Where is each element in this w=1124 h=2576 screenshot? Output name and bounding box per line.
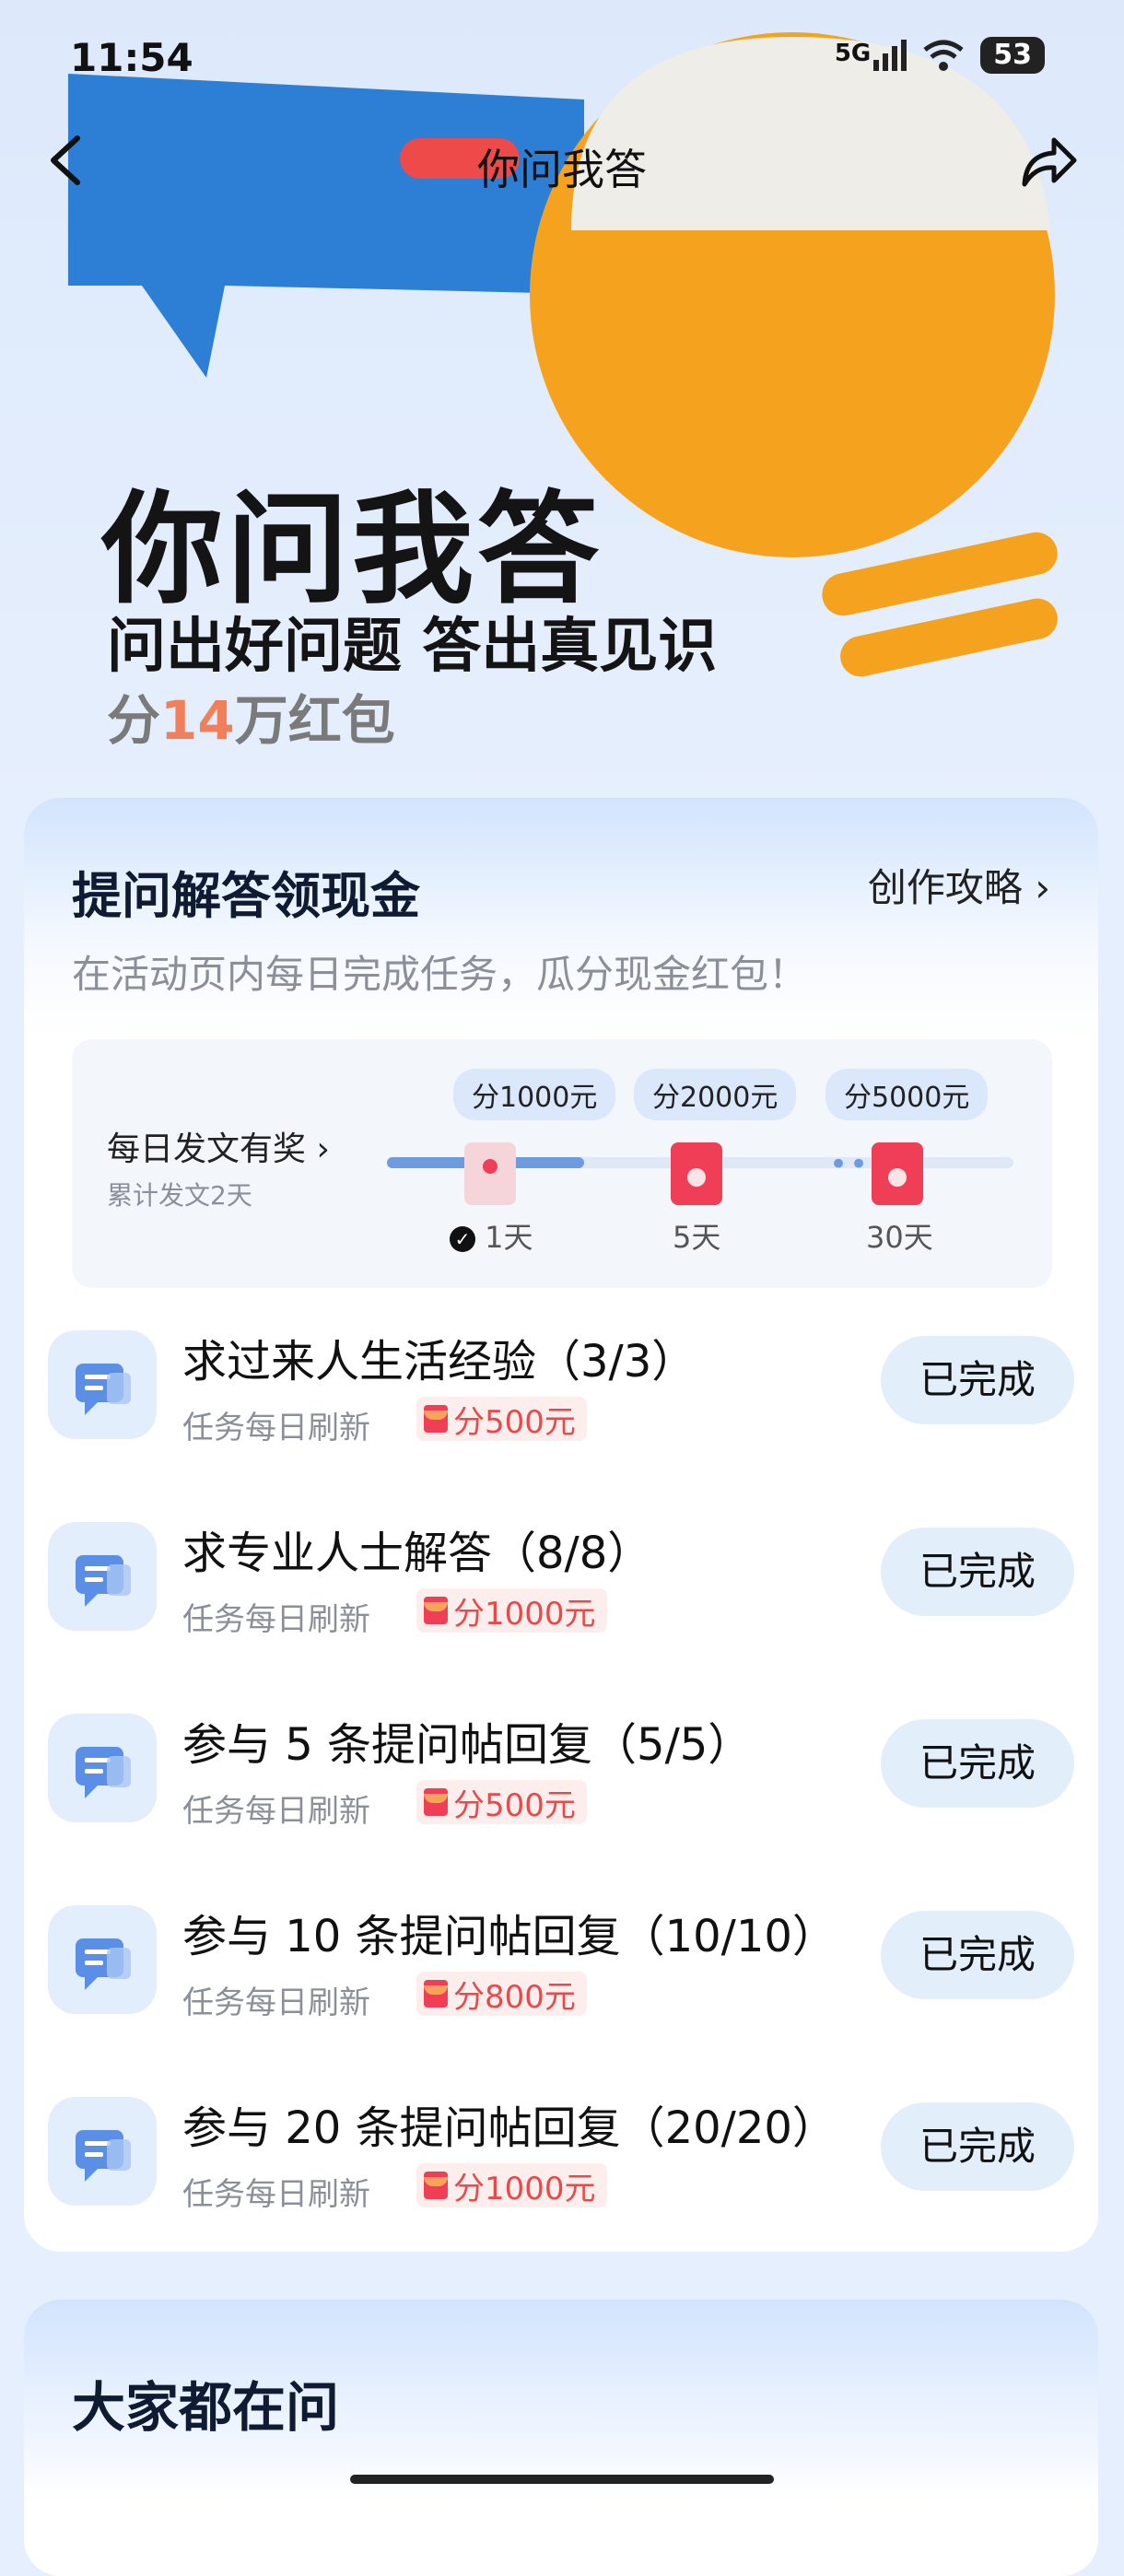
task-refresh-note: 任务每日刷新 [182, 1601, 370, 1638]
task-name: 参与 10 条提问帖回复（10/10） [182, 1911, 837, 1962]
task-reward-text: 分1000元 [453, 1595, 596, 1633]
guide-label: 创作攻略 [867, 865, 1023, 910]
milestone-reward: 分5000元 [825, 1069, 989, 1120]
red-envelope-icon [671, 1142, 722, 1205]
milestone-reward: 分2000元 [634, 1069, 797, 1120]
tasks-card: 提问解答领现金 创作攻略 › 在活动页内每日完成任务，瓜分现金红包！ 每日发文有… [24, 798, 1098, 2252]
tasks-card-title: 提问解答领现金 [72, 867, 420, 925]
creation-guide-link[interactable]: 创作攻略 › [868, 857, 1050, 913]
popular-questions-card: 大家都在问 [24, 2300, 1098, 2576]
task-completed-button[interactable]: 已完成 [881, 1336, 1074, 1424]
task-name: 求过来人生活经验（3/3） [182, 1336, 697, 1388]
task-name: 求专业人士解答（8/8） [182, 1528, 652, 1579]
task-name: 参与 5 条提问帖回复（5/5） [182, 1719, 753, 1771]
status-time: 11:54 [70, 35, 193, 80]
task-reward-badge: 分500元 [416, 1780, 587, 1824]
hero-subtitle: 问出好问题 答出真见识 [107, 613, 718, 681]
share-icon[interactable] [1015, 129, 1080, 193]
daily-reward-subtitle: 累计发文2天 [107, 1180, 252, 1211]
page-title: 你问我答 [477, 145, 647, 194]
battery-indicator: 53 [980, 37, 1045, 74]
red-envelope-icon [424, 1597, 448, 1624]
red-envelope-icon [464, 1142, 516, 1205]
task-reward-text: 分800元 [453, 1978, 576, 2016]
task-reward-text: 分1000元 [453, 2170, 596, 2207]
task-reward-text: 分500元 [453, 1786, 576, 1824]
task-completed-button[interactable]: 已完成 [881, 1528, 1074, 1616]
task-row: 求专业人士解答（8/8） 任务每日刷新 分1000元 已完成 [48, 1505, 1074, 1662]
task-completed-button[interactable]: 已完成 [881, 2102, 1074, 2191]
daily-reward-title[interactable]: 每日发文有奖 › [107, 1122, 330, 1170]
prize-prefix: 分 [107, 689, 161, 752]
task-reward-text: 分500元 [453, 1403, 576, 1441]
task-row: 参与 20 条提问帖回复（20/20） 任务每日刷新 分1000元 已完成 [48, 2080, 1074, 2237]
task-row: 参与 5 条提问帖回复（5/5） 任务每日刷新 分500元 已完成 [48, 1697, 1074, 1854]
prize-number: 14 [160, 689, 235, 752]
milestone-day-label: 5天 [673, 1220, 721, 1255]
milestone-day-label: 30天 [866, 1220, 933, 1255]
daily-title-label: 每日发文有奖 [107, 1130, 307, 1168]
milestone-day: ✓ 1天 [450, 1214, 533, 1257]
network-label: 5G [834, 40, 872, 67]
milestone-day-label: 1天 [485, 1220, 533, 1255]
status-icons: 5G 53 [835, 37, 1045, 74]
task-reward-badge: 分800元 [416, 1972, 587, 2016]
signal-icon: 5G [835, 40, 907, 71]
milestone-reward: 分1000元 [453, 1069, 616, 1120]
chat-bubble-icon [48, 1522, 157, 1631]
red-envelope-icon [424, 1788, 448, 1816]
task-refresh-note: 任务每日刷新 [182, 1793, 370, 1830]
task-row: 参与 10 条提问帖回复（10/10） 任务每日刷新 分800元 已完成 [48, 1889, 1074, 2045]
red-envelope-icon [424, 1405, 448, 1433]
hero-prize: 分14万红包 [107, 677, 395, 755]
task-reward-badge: 分1000元 [416, 2163, 607, 2207]
popular-questions-title: 大家都在问 [72, 2376, 340, 2439]
chat-bubble-icon [48, 1714, 157, 1822]
wifi-icon [923, 40, 964, 71]
task-completed-button[interactable]: 已完成 [881, 1911, 1074, 1999]
nav-bar: 你问我答 [0, 120, 1124, 203]
task-name: 参与 20 条提问帖回复（20/20） [182, 2102, 837, 2154]
task-completed-button[interactable]: 已完成 [881, 1719, 1074, 1808]
red-envelope-icon [872, 1142, 923, 1205]
task-refresh-note: 任务每日刷新 [182, 1410, 370, 1446]
task-reward-badge: 分500元 [416, 1397, 587, 1441]
chevron-right-icon: › [1022, 865, 1050, 910]
task-refresh-note: 任务每日刷新 [182, 1985, 370, 2021]
tasks-card-description: 在活动页内每日完成任务，瓜分现金红包！ [72, 952, 808, 997]
red-envelope-icon [424, 1980, 448, 2008]
chat-bubble-icon [48, 1905, 157, 2014]
red-envelope-icon [424, 2172, 448, 2199]
status-bar: 11:54 5G 53 [0, 0, 1124, 111]
chat-bubble-icon [48, 1330, 157, 1439]
prize-suffix: 万红包 [234, 689, 395, 752]
task-row: 求过来人生活经验（3/3） 任务每日刷新 分500元 已完成 [48, 1314, 1074, 1470]
task-reward-badge: 分1000元 [416, 1588, 607, 1633]
home-indicator[interactable] [350, 2475, 774, 2484]
check-circle-icon: ✓ [450, 1226, 475, 1252]
chat-bubble-icon [48, 2097, 157, 2206]
chevron-right-icon: › [306, 1130, 330, 1168]
task-refresh-note: 任务每日刷新 [182, 2176, 370, 2213]
daily-post-reward: 每日发文有奖 › 累计发文2天 ••• 分1000元 ✓ 1天 分2000元 5… [72, 1039, 1052, 1288]
